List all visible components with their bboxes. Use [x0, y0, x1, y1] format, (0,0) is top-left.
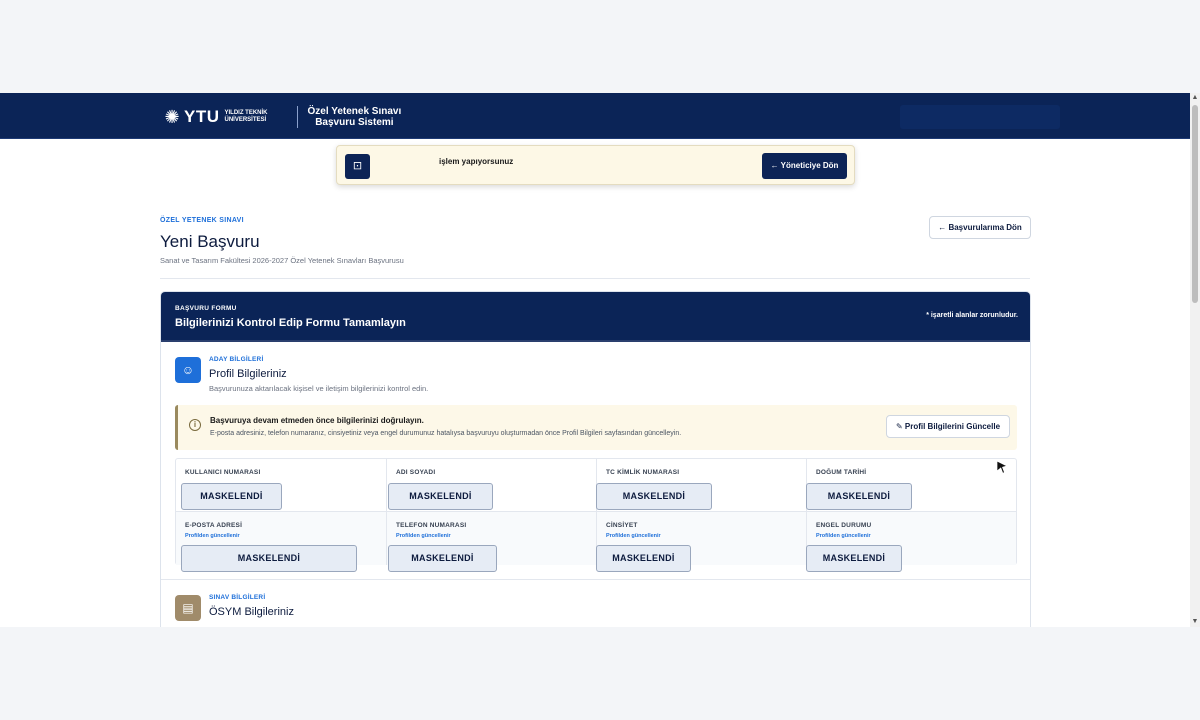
candidate-section-eyebrow: ADAY BİLGİLERİ — [209, 356, 264, 363]
update-profile-button[interactable]: ✎ Profil Bilgilerini Güncelle — [886, 415, 1010, 438]
masked-value: MASKELENDİ — [596, 483, 712, 510]
system-name: Özel Yetenek Sınavı Başvuru Sistemi — [308, 106, 402, 128]
masked-value: MASKELENDİ — [806, 483, 912, 510]
logo-divider — [296, 106, 298, 128]
field-label: E-POSTA ADRESİ — [185, 522, 243, 529]
warning-text: E-posta adresiniz, telefon numaranız, ci… — [210, 430, 682, 437]
verification-warning: i Başvuruya devam etmeden önce bilgileri… — [175, 405, 1017, 450]
form-header: BAŞVURU FORMU Bilgilerinizi Kontrol Edip… — [161, 292, 1030, 342]
monitor-user-icon: ⊡ — [345, 154, 370, 179]
profile-fields-grid: KULLANICI NUMARASI MASKELENDİ ADI SOYADI… — [175, 458, 1017, 572]
candidate-section-description: Başvurunuza aktarılacak kişisel ve ileti… — [209, 384, 429, 393]
impersonation-banner: ⊡ işlem yapıyorsunuz ← Yöneticiye Dön — [336, 145, 855, 185]
candidate-section-title: Profil Bilgileriniz — [209, 368, 287, 380]
back-to-applications-label: Başvurularıma Dön — [948, 223, 1022, 232]
field-phone: TELEFON NUMARASI Profilden güncellenir M… — [387, 512, 597, 572]
scrollbar-thumb[interactable] — [1192, 105, 1198, 303]
form-eyebrow: BAŞVURU FORMU — [175, 305, 237, 312]
page-subtitle: Sanat ve Tasarım Fakültesi 2026-2027 Öze… — [160, 256, 404, 265]
warning-title: Başvuruya devam etmeden önce bilgilerini… — [210, 416, 424, 425]
masked-value: MASKELENDİ — [388, 545, 497, 572]
field-email: E-POSTA ADRESİ Profilden güncellenir MAS… — [176, 512, 387, 572]
field-label: ADI SOYADI — [396, 469, 436, 476]
info-icon: i — [189, 419, 201, 431]
field-label: ENGEL DURUMU — [816, 522, 872, 529]
system-name-line2: Başvuru Sistemi — [315, 117, 394, 128]
field-birth-date: DOĞUM TARİHİ MASKELENDİ — [806, 459, 1016, 512]
system-name-line1: Özel Yetenek Sınavı — [307, 106, 402, 117]
masked-value: MASKELENDİ — [181, 483, 282, 510]
university-logo[interactable]: ✺ YTU YILDIZ TEKNİK ÜNİVERSİTESİ Özel Ye… — [162, 106, 401, 128]
field-label: TELEFON NUMARASI — [396, 522, 467, 529]
field-full-name: ADI SOYADI MASKELENDİ — [387, 459, 597, 512]
pencil-icon: ✎ — [895, 422, 903, 431]
logo-university-name: YILDIZ TEKNİK ÜNİVERSİTESİ — [224, 110, 268, 123]
field-hint: Profilden güncellenir — [396, 533, 451, 539]
field-label: TC KİMLİK NUMARASI — [606, 469, 680, 476]
top-navigation-bar: ✺ YTU YILDIZ TEKNİK ÜNİVERSİTESİ Özel Ye… — [0, 93, 1190, 139]
masked-value: MASKELENDİ — [806, 545, 902, 572]
application-form-card: BAŞVURU FORMU Bilgilerinizi Kontrol Edip… — [160, 291, 1031, 627]
return-to-admin-label: Yöneticiye Dön — [780, 161, 839, 170]
field-gender: CİNSİYET Profilden güncellenir MASKELEND… — [596, 512, 807, 572]
topbar-user-area[interactable] — [900, 105, 1060, 129]
field-label: DOĞUM TARİHİ — [816, 469, 867, 476]
divider — [160, 278, 1030, 279]
exam-section-eyebrow: SINAV BİLGİLERİ — [209, 594, 266, 601]
scroll-down-arrow-icon[interactable]: ▼ — [1191, 618, 1199, 626]
masked-value: MASKELENDİ — [181, 545, 357, 572]
exam-section-title: ÖSYM Bilgileriniz — [209, 606, 294, 618]
star-logo-icon: ✺ — [164, 107, 180, 127]
scroll-up-arrow-icon[interactable]: ▲ — [1191, 94, 1199, 102]
field-hint: Profilden güncellenir — [185, 533, 240, 539]
logo-short-name: YTU — [184, 107, 220, 126]
return-to-admin-button[interactable]: ← Yöneticiye Dön — [762, 153, 847, 179]
field-hint: Profilden güncellenir — [816, 533, 871, 539]
required-note-text: işaretli alanlar zorunludur. — [930, 312, 1018, 319]
field-tc-id: TC KİMLİK NUMARASI MASKELENDİ — [596, 459, 807, 512]
browser-viewport: ✺ YTU YILDIZ TEKNİK ÜNİVERSİTESİ Özel Ye… — [0, 93, 1190, 627]
section-divider — [161, 579, 1030, 580]
field-user-number: KULLANICI NUMARASI MASKELENDİ — [176, 459, 387, 512]
page-title: Yeni Başvuru — [160, 232, 260, 251]
vertical-scrollbar[interactable]: ▲ ▼ — [1190, 93, 1200, 627]
back-to-applications-button[interactable]: ← Başvurularıma Dön — [929, 216, 1031, 239]
masked-value: MASKELENDİ — [388, 483, 493, 510]
masked-value: MASKELENDİ — [596, 545, 691, 572]
field-hint: Profilden güncellenir — [606, 533, 661, 539]
mouse-cursor-icon — [996, 460, 1008, 474]
field-disability: ENGEL DURUMU Profilden güncellenir MASKE… — [806, 512, 1016, 572]
field-label: CİNSİYET — [606, 522, 638, 529]
user-icon: ☺ — [175, 357, 201, 383]
required-note: * işaretli alanlar zorunludur. — [926, 312, 1018, 319]
banner-text: işlem yapıyorsunuz — [439, 157, 514, 166]
update-profile-label: Profil Bilgilerini Güncelle — [904, 422, 1001, 431]
field-label: KULLANICI NUMARASI — [185, 469, 261, 476]
document-icon: ▤ — [175, 595, 201, 621]
page-eyebrow: ÖZEL YETENEK SINAVI — [160, 217, 244, 224]
form-title: Bilgilerinizi Kontrol Edip Formu Tamamla… — [175, 317, 406, 329]
